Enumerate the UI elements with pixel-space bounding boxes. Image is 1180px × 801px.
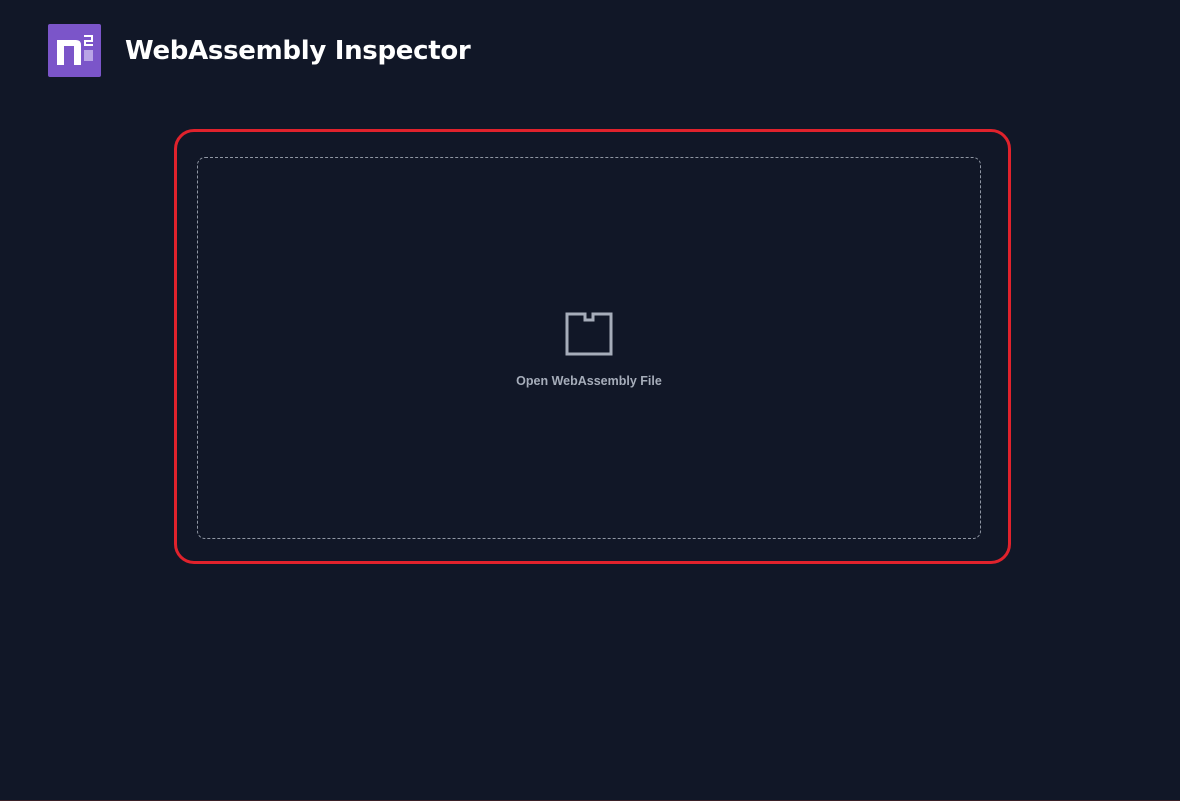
open-file-drop-zone[interactable]: Open WebAssembly File (197, 157, 981, 539)
drop-zone-content: Open WebAssembly File (198, 312, 980, 388)
n2-logo-icon (48, 24, 101, 77)
app-window: WebAssembly Inspector Open WebAssembly F… (0, 0, 1180, 801)
header: WebAssembly Inspector (48, 24, 471, 77)
app-title: WebAssembly Inspector (125, 35, 471, 66)
file-box-icon (565, 312, 613, 361)
open-file-label: Open WebAssembly File (516, 374, 662, 388)
